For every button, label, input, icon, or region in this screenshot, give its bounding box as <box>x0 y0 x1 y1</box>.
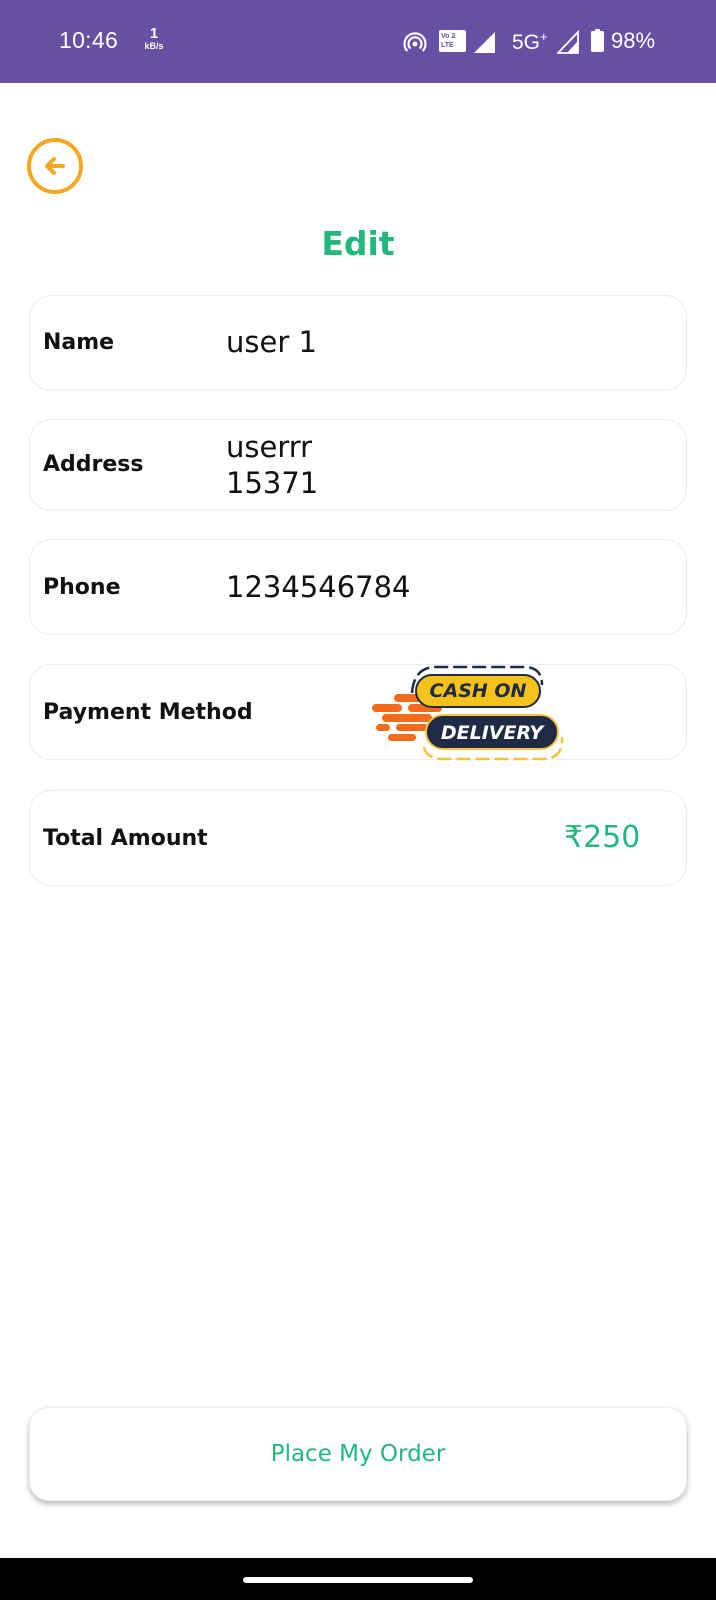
status-time: 10:46 <box>59 27 119 53</box>
payment-card: Payment Method CASH ON DELIVERY <box>29 664 687 761</box>
network-label: 5G <box>512 31 541 54</box>
cod-logo-line1: CASH ON <box>430 680 527 702</box>
payment-label: Payment Method <box>43 700 253 725</box>
page-title: Edit <box>321 224 395 263</box>
volte-line2: LTE <box>441 42 454 49</box>
phone-value[interactable]: 1234546784 <box>226 569 411 605</box>
status-bar: 10:46 1 kB/s Vo 2 LTE 5G+ 98% <box>0 0 716 83</box>
address-value[interactable]: userrr 15371 <box>226 429 318 501</box>
address-line2: 15371 <box>226 466 319 500</box>
address-card: Address userrr 15371 <box>29 419 687 511</box>
home-indicator[interactable] <box>243 1577 473 1583</box>
network-type: 5G+ <box>512 29 548 55</box>
cash-on-delivery-logo: CASH ON DELIVERY <box>372 665 564 761</box>
net-speed-unit: kB/s <box>144 41 164 51</box>
phone-card: Phone 1234546784 <box>29 539 687 635</box>
hotspot-icon <box>403 32 427 52</box>
net-speed-value: 1 <box>149 25 159 42</box>
total-card: Total Amount ₹250 <box>29 790 687 886</box>
arrow-left-circle-icon <box>45 157 65 175</box>
place-order-button[interactable]: Place My Order <box>29 1407 687 1501</box>
name-label: Name <box>43 330 115 355</box>
volte-sim: 2 <box>451 33 456 40</box>
signal-icon-2 <box>557 30 579 54</box>
total-label: Total Amount <box>43 826 208 851</box>
battery-icon <box>591 29 604 52</box>
volte-line1: Vo <box>441 33 450 40</box>
network-plus: + <box>540 29 548 44</box>
battery-percent: 98% <box>611 28 656 53</box>
back-button[interactable] <box>27 138 83 194</box>
address-label: Address <box>43 452 144 477</box>
address-line1: userrr <box>226 430 313 464</box>
net-speed: 1 kB/s <box>142 26 166 51</box>
volte-icon: Vo 2 LTE <box>439 30 466 52</box>
phone-label: Phone <box>43 575 121 600</box>
total-value: ₹250 <box>564 820 641 855</box>
name-value[interactable]: user 1 <box>226 324 317 360</box>
name-card: Name user 1 <box>29 295 687 391</box>
signal-icon <box>474 32 495 53</box>
cod-logo-line2: DELIVERY <box>441 722 545 744</box>
